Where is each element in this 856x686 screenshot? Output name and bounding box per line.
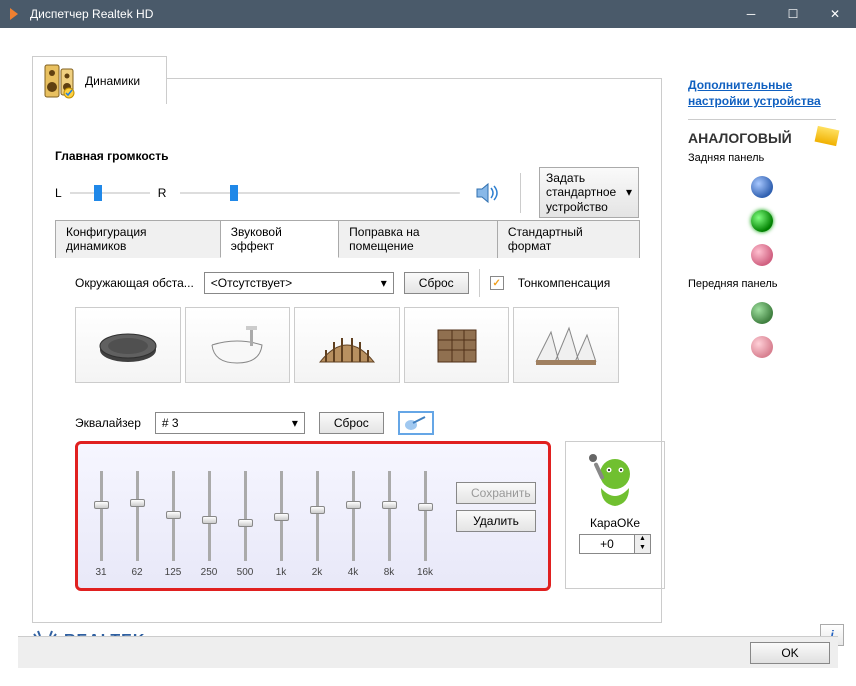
karaoke-pitch-spinner[interactable]: +0 ▲▼ — [579, 534, 651, 554]
set-default-device-button[interactable]: Задать стандартное устройство▾ — [539, 167, 639, 218]
front-panel-label: Передняя панель — [688, 278, 836, 290]
advanced-settings-link[interactable]: Дополнительные настройки устройства — [688, 78, 836, 109]
eq-band-label: 500 — [237, 567, 254, 578]
environment-select[interactable]: <Отсутствует>▾ — [204, 272, 394, 294]
eq-band-125[interactable]: 125 — [162, 471, 184, 578]
eq-band-label: 62 — [131, 567, 142, 578]
close-button[interactable]: ✕ — [814, 0, 856, 28]
spinner-down[interactable]: ▼ — [635, 544, 650, 553]
karaoke-label: КараОКе — [590, 516, 640, 530]
tone-label: Тонкомпенсация — [518, 276, 611, 290]
main-panel: Главная громкость L R Задать стандартное… — [32, 78, 662, 623]
jack-front-pink[interactable] — [751, 336, 773, 358]
equalizer-reset-button[interactable]: Сброс — [319, 412, 384, 434]
equalizer-toggle-button[interactable] — [398, 411, 434, 435]
equalizer-panel: 31 62 125 250 500 1k 2k 4k 8k 16k Сохранить Удали… — [75, 441, 551, 591]
guitar-icon — [403, 415, 429, 431]
eq-band-500[interactable]: 500 — [234, 471, 256, 578]
tab-sound-effect[interactable]: Звуковой эффект — [220, 220, 339, 258]
speaker-icon[interactable] — [474, 181, 502, 205]
eq-band-label: 1k — [276, 567, 287, 578]
tab-speakers[interactable]: Динамики — [32, 56, 167, 104]
volume-slider[interactable] — [180, 183, 460, 203]
eq-band-1k[interactable]: 1k — [270, 471, 292, 578]
eq-band-16k[interactable]: 16k — [414, 471, 436, 578]
preset-sewer[interactable] — [75, 307, 181, 383]
maximize-button[interactable]: ☐ — [772, 0, 814, 28]
preset-opera[interactable] — [513, 307, 619, 383]
eq-band-2k[interactable]: 2k — [306, 471, 328, 578]
eq-band-label: 4k — [348, 567, 359, 578]
equalizer-save-button[interactable]: Сохранить — [456, 482, 536, 504]
jack-rear-pink[interactable] — [751, 244, 773, 266]
eq-band-31[interactable]: 31 — [90, 471, 112, 578]
eq-band-label: 250 — [201, 567, 218, 578]
tab-speakers-label: Динамики — [85, 74, 140, 88]
equalizer-preset-select[interactable]: # 3▾ — [155, 412, 305, 434]
minimize-button[interactable]: ─ — [730, 0, 772, 28]
preset-bathroom[interactable] — [185, 307, 291, 383]
balance-right-label: R — [158, 186, 167, 200]
spinner-up[interactable]: ▲ — [635, 535, 650, 544]
tab-default-format[interactable]: Стандартный формат — [497, 220, 640, 258]
rear-panel-label: Задняя панель — [688, 152, 836, 164]
eq-band-label: 125 — [165, 567, 182, 578]
title-bar: Диспетчер Realtek HD ─ ☐ ✕ — [0, 0, 856, 28]
effect-tabs: Конфигурация динамиков Звуковой эффект П… — [55, 219, 639, 258]
eq-band-8k[interactable]: 8k — [378, 471, 400, 578]
tone-checkbox[interactable]: ✓ — [490, 276, 504, 290]
eq-band-62[interactable]: 62 — [126, 471, 148, 578]
environment-presets — [75, 307, 619, 383]
eq-band-label: 8k — [384, 567, 395, 578]
eq-band-label: 16k — [417, 567, 433, 578]
equalizer-label: Эквалайзер — [75, 416, 141, 430]
environment-reset-button[interactable]: Сброс — [404, 272, 469, 294]
volume-title: Главная громкость — [55, 149, 639, 163]
analog-title: АНАЛОГОВЫЙ — [688, 130, 836, 146]
app-icon — [8, 6, 24, 22]
karaoke-panel: КараОКе +0 ▲▼ — [565, 441, 665, 589]
jack-rear-blue[interactable] — [751, 176, 773, 198]
eq-band-label: 2k — [312, 567, 323, 578]
ok-button[interactable]: OK — [750, 642, 830, 664]
preset-arena[interactable] — [294, 307, 400, 383]
tab-room-correction[interactable]: Поправка на помещение — [338, 220, 498, 258]
tab-speaker-config[interactable]: Конфигурация динамиков — [55, 220, 221, 258]
jack-front-green[interactable] — [751, 302, 773, 324]
eq-band-4k[interactable]: 4k — [342, 471, 364, 578]
eq-band-label: 31 — [95, 567, 106, 578]
environment-label: Окружающая обста... — [75, 276, 194, 290]
window-title: Диспетчер Realtek HD — [30, 7, 153, 21]
preset-stone[interactable] — [404, 307, 510, 383]
sidebar: Дополнительные настройки устройства АНАЛ… — [688, 78, 836, 370]
balance-slider[interactable] — [70, 183, 150, 203]
balance-left-label: L — [55, 186, 62, 200]
jack-rear-green[interactable] — [751, 210, 773, 232]
speakers-icon — [39, 63, 79, 99]
bottom-bar: OK — [18, 636, 838, 668]
karaoke-icon — [583, 448, 647, 512]
equalizer-delete-button[interactable]: Удалить — [456, 510, 536, 532]
eq-band-250[interactable]: 250 — [198, 471, 220, 578]
